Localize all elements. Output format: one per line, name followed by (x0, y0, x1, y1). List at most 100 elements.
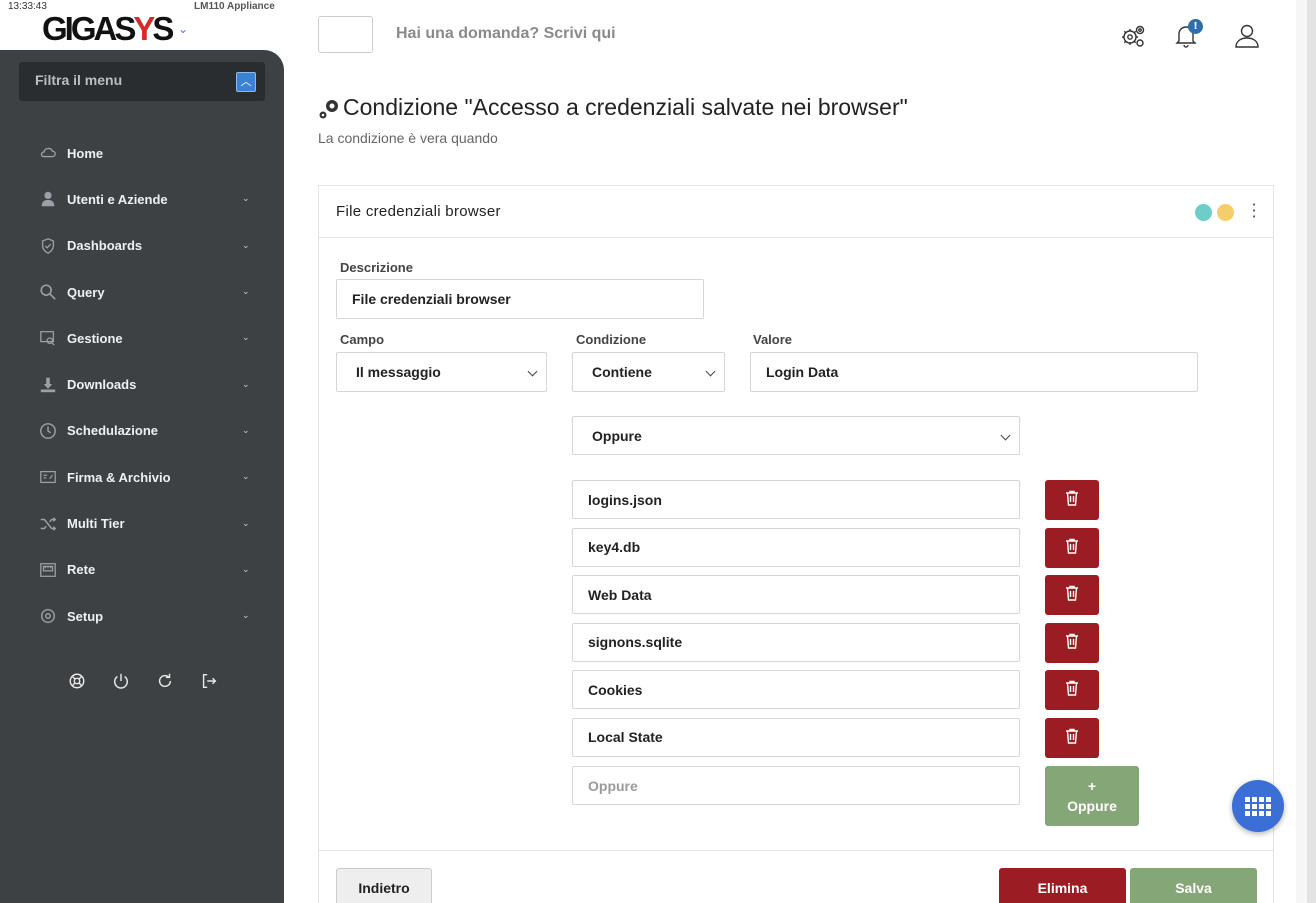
new-or-value-input[interactable]: Oppure (572, 766, 1020, 805)
chevron-down-icon: ⌄ (242, 333, 250, 344)
sidebar-item-utenti-e-aziende[interactable]: Utenti e Aziende ⌄ (0, 176, 284, 222)
sidebar-item-label: Downloads (67, 377, 137, 393)
valore-input[interactable]: Login Data (750, 352, 1198, 392)
search-icon (38, 283, 58, 301)
logout-icon[interactable] (198, 670, 220, 692)
or-value-input[interactable]: Cookies (572, 670, 1020, 709)
chevron-down-icon[interactable]: ⌄ (178, 22, 188, 36)
add-or-plus: + (1087, 778, 1097, 794)
sidebar-actions (66, 670, 220, 692)
delete-or-value-button[interactable] (1045, 622, 1099, 663)
descrizione-input[interactable]: File credenziali browser (336, 279, 704, 319)
valore-label: Valore (753, 332, 793, 347)
descrizione-label: Descrizione (340, 260, 413, 275)
add-or-button[interactable]: + Oppure (1045, 766, 1139, 826)
page-subtitle: La condizione è vera quando (318, 130, 498, 146)
sidebar-nav: Home Utenti e Aziende ⌄ Dashboards ⌄ Query ⌄ Ge… (0, 130, 284, 639)
page-title: Condizione "Accesso a credenziali salvat… (318, 94, 908, 121)
cloud-icon (38, 144, 58, 162)
apps-grid-icon (1245, 796, 1271, 816)
refresh-icon[interactable] (154, 670, 176, 692)
logo-end: S (152, 10, 174, 47)
or-value-input[interactable]: Web Data (572, 575, 1020, 614)
chevron-down-icon: ⌄ (242, 425, 250, 436)
sidebar-item-dashboards[interactable]: Dashboards ⌄ (0, 223, 284, 269)
settings-gears-icon[interactable] (1119, 22, 1147, 50)
sidebar-item-label: Schedulazione (67, 423, 159, 439)
sidebar-item-home[interactable]: Home (0, 130, 284, 176)
shield-icon (38, 237, 58, 255)
sidebar-item-gestione[interactable]: Gestione ⌄ (0, 315, 284, 361)
chevron-up-icon[interactable]: ︿ (236, 72, 256, 92)
or-value-input[interactable]: Local State (572, 717, 1020, 757)
back-button[interactable]: Indietro (336, 868, 432, 903)
logo-accent: Y (133, 10, 155, 47)
network-icon (38, 561, 58, 579)
help-icon[interactable] (66, 670, 88, 692)
delete-or-value-button[interactable] (1045, 575, 1099, 615)
apps-grid-button[interactable] (1232, 780, 1284, 832)
chevron-down-icon: ⌄ (242, 472, 250, 483)
kebab-menu-icon[interactable]: · · · (1251, 197, 1257, 225)
sidebar-item-label: Setup (67, 608, 104, 624)
sidebar-item-query[interactable]: Query ⌄ (0, 269, 284, 315)
delete-or-value-button[interactable] (1045, 480, 1099, 520)
trash-icon (1065, 585, 1079, 605)
sidebar-item-rete[interactable]: Rete ⌄ (0, 547, 284, 593)
campo-label: Campo (340, 332, 385, 347)
sidebar-item-label: Dashboards (67, 238, 143, 254)
user-profile-icon[interactable] (1233, 22, 1261, 50)
card-title: File credenziali browser (336, 203, 501, 220)
sidebar-item-label: Query (67, 284, 105, 300)
gears-icon (319, 99, 338, 118)
power-icon[interactable] (110, 670, 132, 692)
ask-question-input[interactable]: Hai una domanda? Scrivi qui (396, 25, 616, 43)
trash-icon (1065, 633, 1079, 653)
trash-icon (1065, 538, 1079, 558)
manage-icon (38, 329, 58, 347)
chevron-down-icon: ⌄ (242, 564, 250, 575)
search-box[interactable] (318, 16, 373, 53)
or-value-input[interactable]: key4.db (572, 527, 1020, 567)
clock-icon (38, 422, 58, 440)
sidebar-item-firma-archivio[interactable]: Firma & Archivio ⌄ (0, 454, 284, 500)
card-header: File credenziali browser · · · (319, 186, 1273, 238)
sidebar-item-label: Rete (67, 562, 96, 578)
shuffle-icon (38, 515, 58, 533)
notification-badge: ! (1188, 19, 1203, 34)
page-scroll-thumb[interactable] (1307, 0, 1316, 903)
campo-select[interactable]: Il messaggio (336, 352, 547, 392)
page-title-text: Condizione "Accesso a credenziali salvat… (343, 94, 908, 120)
sidebar-item-label: Utenti e Aziende (67, 191, 168, 207)
chevron-down-icon: ⌄ (242, 287, 250, 298)
delete-or-value-button[interactable] (1045, 527, 1099, 568)
sidebar: Filtra il menu ︿ Home Utenti e Aziende ⌄ Da… (0, 50, 284, 903)
menu-filter[interactable]: Filtra il menu ︿ (19, 62, 265, 101)
archive-icon (38, 468, 58, 486)
save-button[interactable]: Salva (1130, 868, 1257, 903)
sidebar-item-label: Home (67, 145, 104, 161)
menu-filter-label: Filtra il menu (35, 72, 123, 88)
trash-icon (1065, 728, 1079, 748)
chevron-down-icon: ⌄ (242, 611, 250, 622)
or-value-input[interactable]: logins.json (572, 480, 1020, 519)
chevron-down-icon: ⌄ (242, 518, 250, 529)
sidebar-item-downloads[interactable]: Downloads ⌄ (0, 361, 284, 407)
logo[interactable]: GIGASYS (42, 10, 174, 47)
or-value-input[interactable]: signons.sqlite (572, 622, 1020, 662)
sidebar-item-setup[interactable]: Setup ⌄ (0, 593, 284, 639)
sidebar-item-label: Multi Tier (67, 516, 125, 532)
trash-icon (1065, 490, 1079, 510)
delete-or-value-button[interactable] (1045, 717, 1099, 758)
trash-icon (1065, 680, 1079, 700)
delete-button[interactable]: Elimina (999, 868, 1126, 903)
condizione-select[interactable]: Contiene (572, 352, 725, 392)
sidebar-item-label: Gestione (67, 330, 123, 346)
sidebar-item-schedulazione[interactable]: Schedulazione ⌄ (0, 408, 284, 454)
sidebar-item-multi-tier[interactable]: Multi Tier ⌄ (0, 500, 284, 546)
operator-select[interactable]: Oppure (572, 416, 1020, 455)
delete-or-value-button[interactable] (1045, 670, 1099, 710)
logo-main: GIGAS (42, 10, 136, 47)
appliance-name: LM110 Appliance (194, 1, 275, 12)
sidebar-item-label: Firma & Archivio (67, 469, 171, 485)
